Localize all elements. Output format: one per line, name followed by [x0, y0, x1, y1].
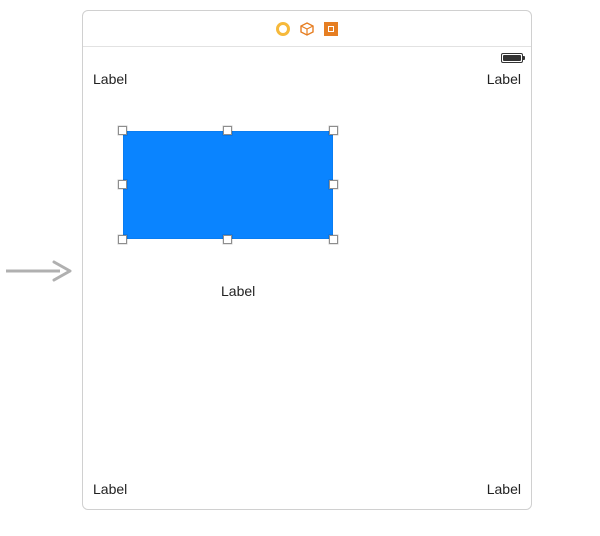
resize-handle-middle-right[interactable] [329, 180, 338, 189]
interface-builder-ambiguous-icon[interactable] [276, 22, 290, 36]
status-bar [495, 53, 523, 63]
resize-handle-bottom-middle[interactable] [223, 235, 232, 244]
label-bottom-left[interactable]: Label [93, 481, 127, 497]
pointer-arrow [0, 258, 78, 284]
selected-uiview[interactable] [123, 131, 333, 239]
resize-handle-top-middle[interactable] [223, 126, 232, 135]
selected-view-wrapper[interactable] [123, 131, 333, 239]
canvas-titlebar [83, 11, 531, 47]
resize-handle-top-right[interactable] [329, 126, 338, 135]
stage: Label Label Label Label Label [0, 0, 600, 536]
resize-handle-middle-left[interactable] [118, 180, 127, 189]
resize-handle-bottom-left[interactable] [118, 235, 127, 244]
interface-builder-3d-icon[interactable] [300, 22, 314, 36]
label-top-left[interactable]: Label [93, 71, 127, 87]
interface-builder-square-icon[interactable] [324, 22, 338, 36]
device-canvas[interactable]: Label Label Label Label Label [82, 10, 532, 510]
resize-handle-bottom-right[interactable] [329, 235, 338, 244]
label-top-right[interactable]: Label [487, 71, 521, 87]
label-bottom-right[interactable]: Label [487, 481, 521, 497]
battery-icon [501, 53, 523, 63]
resize-handle-top-left[interactable] [118, 126, 127, 135]
label-center[interactable]: Label [221, 283, 255, 299]
